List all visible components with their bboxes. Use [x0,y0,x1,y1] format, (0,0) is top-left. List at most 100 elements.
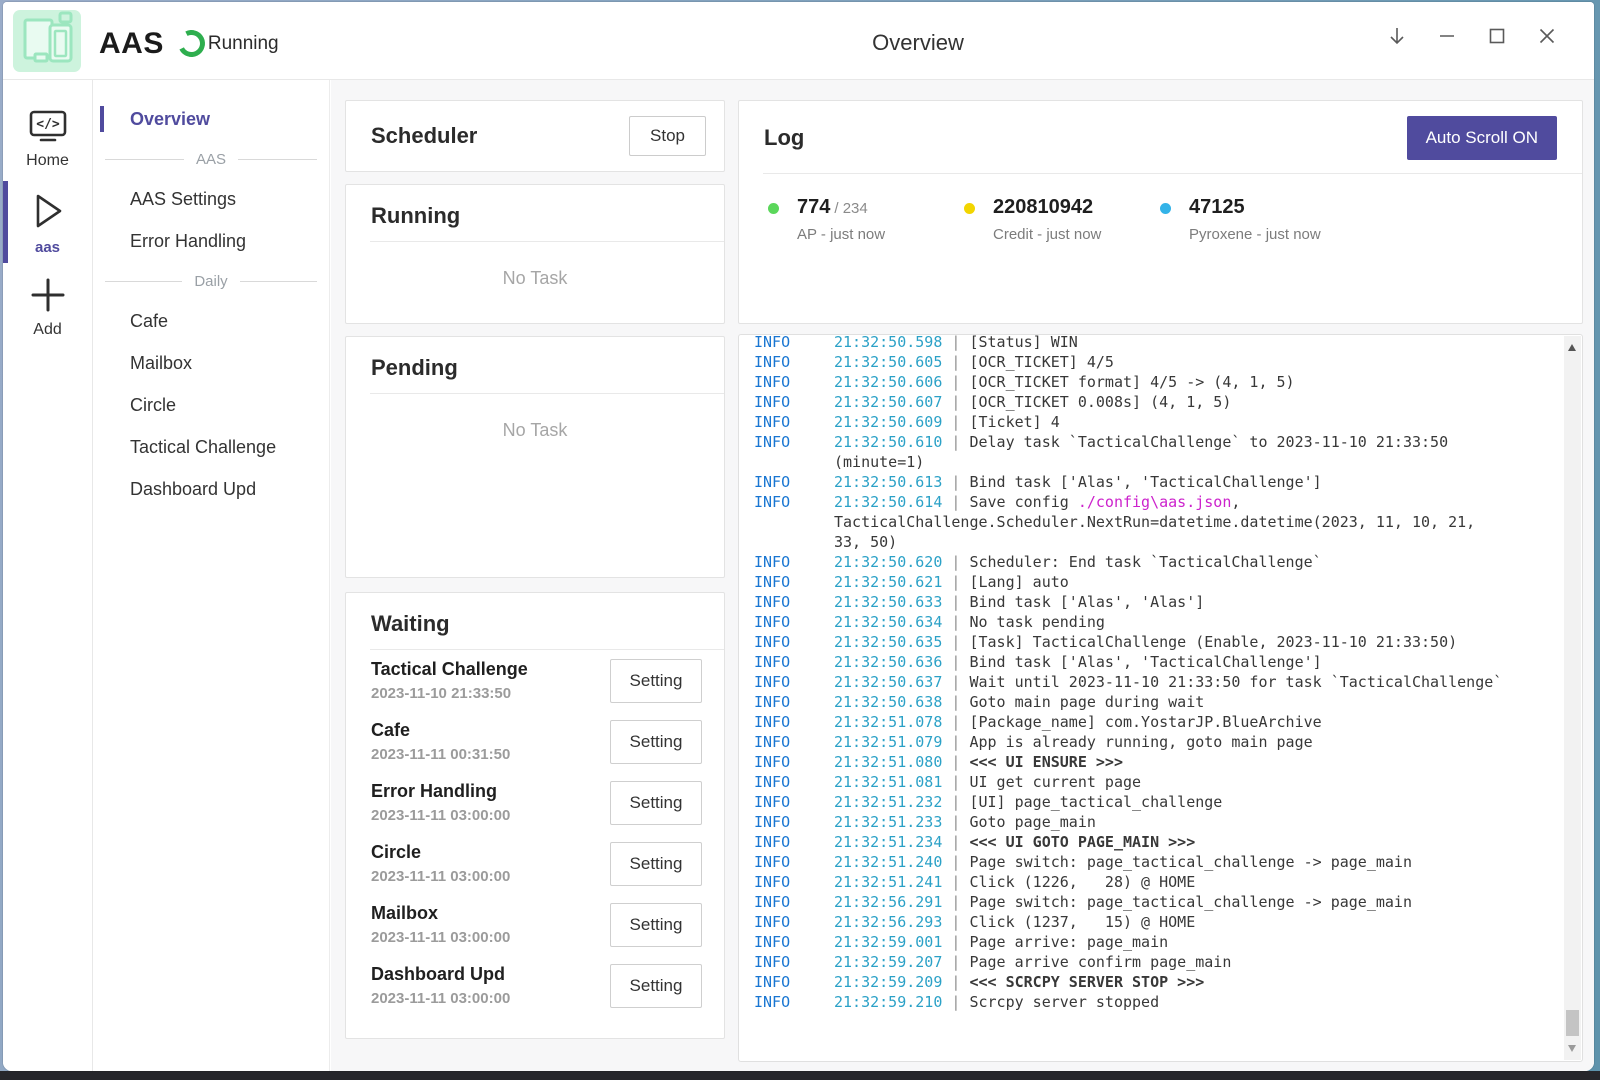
log-card: Log Auto Scroll ON 774/ 234AP - just now… [738,100,1583,324]
waiting-task-name: Cafe [371,720,510,741]
pending-empty-text: No Task [346,420,724,441]
waiting-task-tactical-challenge: Tactical Challenge2023-11-10 21:33:50 Set… [346,650,724,711]
log-line: INFO21:32:51.232 | [UI] page_tactical_ch… [754,792,1561,812]
log-line: INFO21:32:50.613 | Bind task ['Alas', 'T… [754,472,1561,492]
log-line: INFO21:32:51.078 | [Package_name] com.Yo… [754,712,1561,732]
waiting-task-next-run: 2023-11-11 00:31:50 [371,746,510,763]
app-logo-icon [13,10,81,77]
log-scrollbar[interactable] [1564,336,1581,1060]
log-line: INFO21:32:50.609 | [Ticket] 4 [754,412,1561,432]
waiting-task-next-run: 2023-11-11 03:00:00 [371,868,510,885]
nav-label-home: Home [26,152,69,170]
stop-button[interactable]: Stop [629,116,706,156]
dashboard-stats: 774/ 234AP - just now220810942Credit - j… [739,174,1582,243]
waiting-card: Waiting Tactical Challenge2023-11-10 21:… [345,592,725,1039]
sidebar-section-daily: Daily [93,262,329,300]
stat-label: AP - just now [797,226,960,243]
scheduler-title: Scheduler [371,123,477,149]
sidebar-item-circle[interactable]: Circle [93,384,329,426]
log-line: INFO21:32:50.638 | Goto main page during… [754,692,1561,712]
log-line: INFO21:32:50.621 | [Lang] auto [754,572,1561,592]
waiting-task-info: Mailbox2023-11-11 03:00:00 [371,903,510,946]
scroll-up-arrow-icon[interactable] [1568,344,1576,351]
log-line: INFO21:32:59.001 | Page arrive: page_mai… [754,932,1561,952]
running-title: Running [371,203,460,228]
stat-value: 220810942 [993,196,1093,218]
app-window: AAS Running Overview </> [3,2,1594,1071]
stat-label: Credit - just now [993,226,1156,243]
title-bar: AAS Running Overview [3,2,1594,80]
waiting-task-info: Tactical Challenge2023-11-10 21:33:50 [371,659,528,702]
log-line: INFO21:32:59.210 | Scrcpy server stopped [754,992,1561,1012]
stat-suffix: / 234 [834,200,867,217]
pending-card: Pending No Task [345,336,725,578]
auto-scroll-button[interactable]: Auto Scroll ON [1407,116,1557,160]
stat-credit: 220810942 Credit - just now [960,196,1156,243]
waiting-task-name: Mailbox [371,903,510,924]
running-card: Running No Task [345,184,725,324]
log-line: INFO21:32:56.291 | Page switch: page_tac… [754,892,1561,912]
sidebar-item-error-handling[interactable]: Error Handling [93,220,329,262]
taskbar-strip [0,1071,1600,1080]
log-line: INFO21:32:50.633 | Bind task ['Alas', 'A… [754,592,1561,612]
log-line: INFO21:32:51.240 | Page switch: page_tac… [754,852,1561,872]
scrollbar-thumb[interactable] [1566,1010,1579,1036]
log-line: INFO21:32:51.081 | UI get current page [754,772,1561,792]
play-icon [29,190,67,232]
log-line: INFO21:32:51.079 | App is already runnin… [754,732,1561,752]
main-content: Scheduler Stop Running No Task Pending N… [331,80,1594,1071]
nav-item-add[interactable]: Add [3,265,92,348]
log-output[interactable]: INFO21:32:50.598 | [Status] WININFO21:32… [738,334,1583,1062]
setting-button-mailbox[interactable]: Setting [610,903,702,947]
maximize-button[interactable] [1472,14,1522,58]
waiting-title: Waiting [371,611,450,636]
scheduler-card: Scheduler Stop [345,100,725,172]
sidebar-section-aas: AAS [93,140,329,178]
setting-button-cafe[interactable]: Setting [610,720,702,764]
log-line: INFO21:32:51.241 | Click (1226, 28) @ HO… [754,872,1561,892]
log-line: INFO21:32:50.614 | Save config ./config\… [754,492,1561,552]
sidebar-item-aas-settings[interactable]: AAS Settings [93,178,329,220]
waiting-task-mailbox: Mailbox2023-11-11 03:00:00 Setting [346,894,724,955]
waiting-task-next-run: 2023-11-11 03:00:00 [371,807,510,824]
sidebar-item-mailbox[interactable]: Mailbox [93,342,329,384]
close-button[interactable] [1522,14,1572,58]
nav-item-aas[interactable]: aas [3,179,92,265]
window-controls [1372,14,1572,58]
stat-pyroxene: 47125 Pyroxene - just now [1156,196,1352,243]
running-status-label: Running [208,33,279,55]
stat-dot-icon [964,203,975,214]
log-line: INFO21:32:59.207 | Page arrive confirm p… [754,952,1561,972]
app-brand: AAS Running [13,10,279,77]
waiting-task-cafe: Cafe 2023-11-11 00:31:50 Setting [346,711,724,772]
update-download-button[interactable] [1372,14,1422,58]
log-line: INFO21:32:50.605 | [OCR_TICKET] 4/5 [754,352,1561,372]
setting-button-tactical-challenge[interactable]: Setting [610,659,702,703]
waiting-task-info: Error Handling2023-11-11 03:00:00 [371,781,510,824]
setting-button-error-handling[interactable]: Setting [610,781,702,825]
setting-button-circle[interactable]: Setting [610,842,702,886]
task-sidebar: OverviewAASAAS SettingsError HandlingDai… [93,80,330,1071]
log-line: INFO21:32:50.598 | [Status] WIN [754,334,1561,352]
sidebar-item-dashboard-upd[interactable]: Dashboard Upd [93,468,329,510]
running-empty-text: No Task [346,268,724,289]
scroll-down-arrow-icon[interactable] [1568,1045,1576,1052]
minimize-button[interactable] [1422,14,1472,58]
nav-item-home[interactable]: </> Home [3,98,92,179]
app-name: AAS [99,27,164,61]
stat-label: Pyroxene - just now [1189,226,1352,243]
setting-button-dashboard-upd[interactable]: Setting [610,964,702,1008]
waiting-task-name: Circle [371,842,510,863]
nav-rail: </> Home aas Add [3,80,93,1071]
nav-label-aas: aas [35,239,60,256]
stat-value: 47125 [1189,196,1245,218]
nav-label-add: Add [33,321,61,339]
waiting-task-circle: Circle 2023-11-11 03:00:00 Setting [346,833,724,894]
waiting-task-name: Dashboard Upd [371,964,510,985]
waiting-task-info: Dashboard Upd2023-11-11 03:00:00 [371,964,510,1007]
waiting-task-error-handling: Error Handling2023-11-11 03:00:00 Setting [346,772,724,833]
waiting-task-dashboard-upd: Dashboard Upd2023-11-11 03:00:00 Setting [346,955,724,1016]
sidebar-item-tactical-challenge[interactable]: Tactical Challenge [93,426,329,468]
sidebar-item-cafe[interactable]: Cafe [93,300,329,342]
sidebar-item-overview[interactable]: Overview [93,98,329,140]
